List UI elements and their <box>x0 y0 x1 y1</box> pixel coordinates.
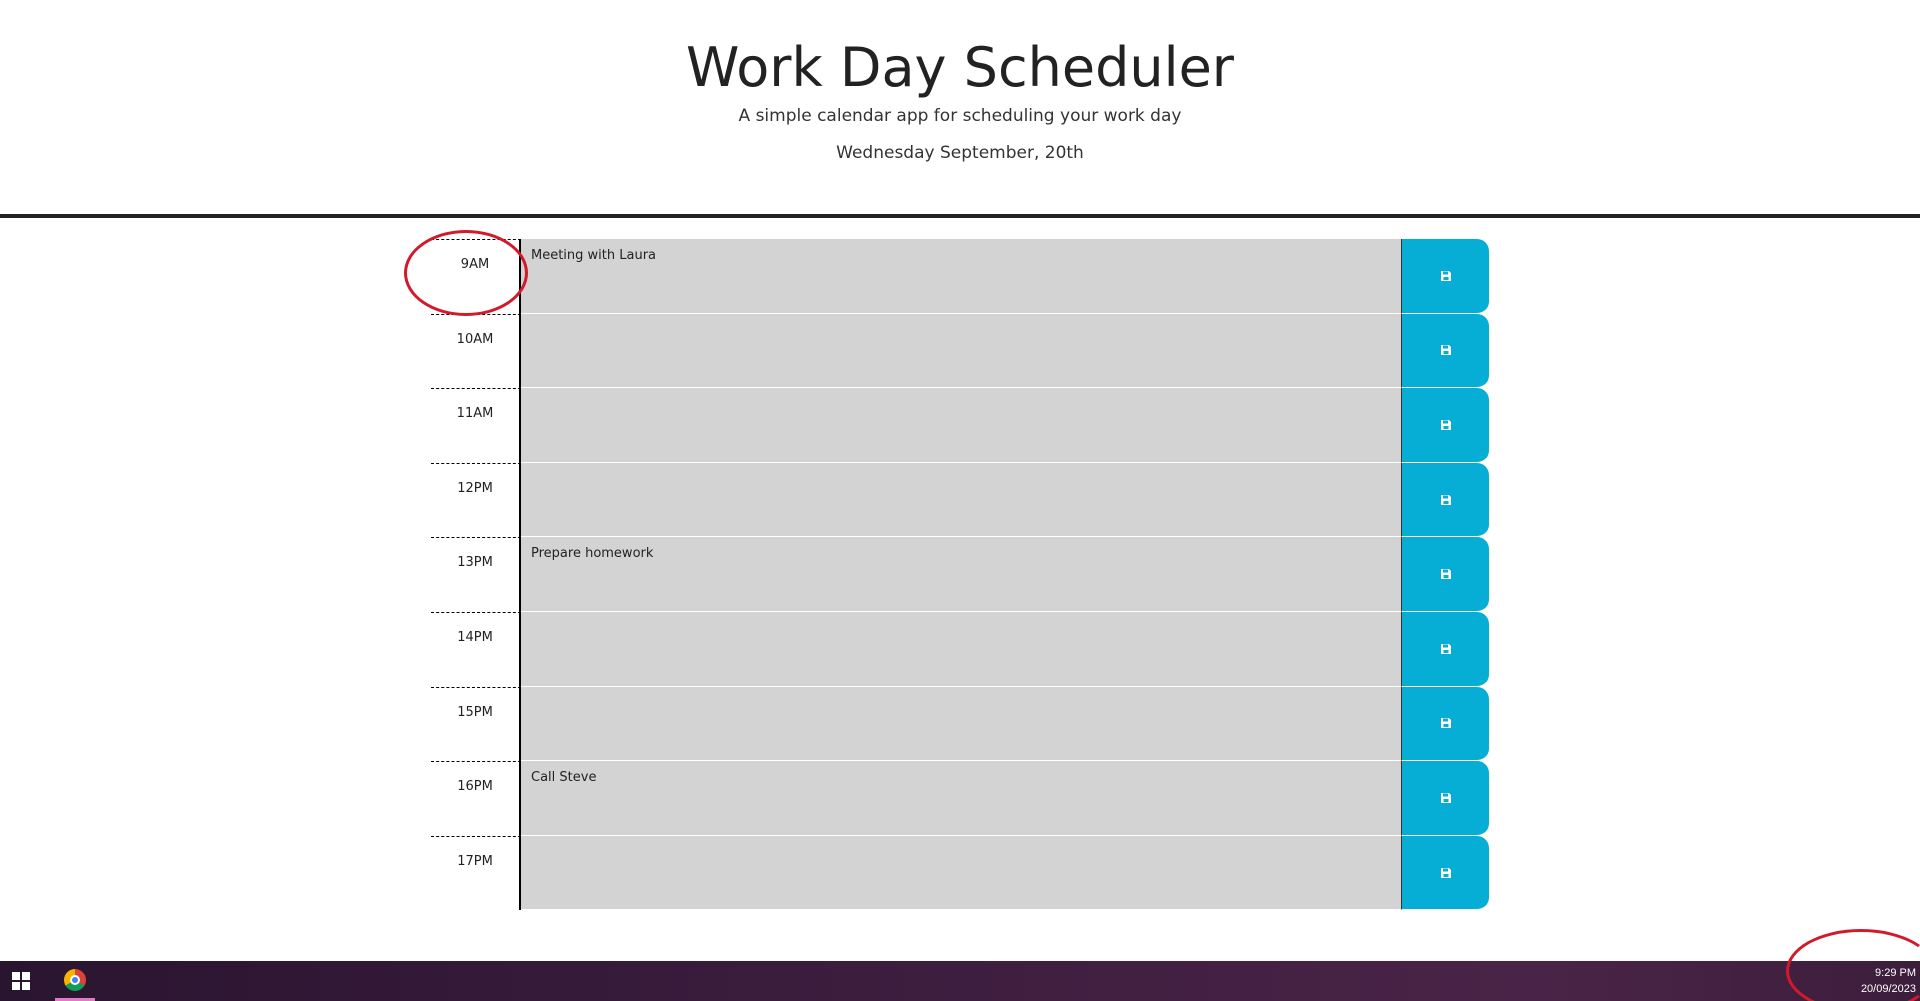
floppy-disk-icon <box>1440 419 1451 430</box>
hour-label: 12PM <box>431 462 521 538</box>
hour-label: 14PM <box>431 611 521 687</box>
event-description-input[interactable] <box>521 611 1401 687</box>
chrome-icon <box>64 968 86 991</box>
floppy-disk-icon <box>1440 718 1451 729</box>
floppy-disk-icon <box>1440 270 1451 281</box>
floppy-disk-icon <box>1440 494 1451 505</box>
time-block-row: 12PM <box>431 462 1489 538</box>
save-button[interactable] <box>1401 388 1489 463</box>
current-day: Wednesday September, 20th <box>836 143 1084 163</box>
floppy-disk-icon <box>1440 643 1451 654</box>
hour-label: 15PM <box>431 686 521 762</box>
time-block-row: 11AM <box>431 388 1489 463</box>
event-description-input[interactable]: Meeting with Laura <box>521 239 1401 314</box>
time-block-row: 16PM Call Steve <box>431 761 1489 836</box>
floppy-disk-icon <box>1440 867 1451 878</box>
event-description-input[interactable]: Prepare homework <box>521 537 1401 612</box>
save-button[interactable] <box>1401 686 1489 762</box>
header: Work Day Scheduler A simple calendar app… <box>0 0 1920 218</box>
save-button[interactable] <box>1401 313 1489 389</box>
windows-start-icon[interactable] <box>12 972 30 990</box>
hour-label: 16PM <box>431 761 521 836</box>
save-button[interactable] <box>1401 537 1489 612</box>
time-block-row: 15PM <box>431 686 1489 762</box>
hour-label: 13PM <box>431 537 521 612</box>
time-block-row: 17PM <box>431 835 1489 911</box>
time-block-row: 13PM Prepare homework <box>431 537 1489 612</box>
schedule-container: 9AM Meeting with Laura 10AM 11AM 12PM 13… <box>431 239 1489 911</box>
save-button[interactable] <box>1401 835 1489 911</box>
event-description-input[interactable] <box>521 835 1401 911</box>
time-block-row: 9AM Meeting with Laura <box>431 239 1489 314</box>
taskbar: 9:29 PM 20/09/2023 <box>0 961 1920 1001</box>
event-description-input[interactable] <box>521 462 1401 538</box>
page-title: Work Day Scheduler <box>685 36 1235 99</box>
floppy-disk-icon <box>1440 792 1451 803</box>
event-description-input[interactable] <box>521 388 1401 463</box>
save-button[interactable] <box>1401 761 1489 836</box>
event-description-input[interactable]: Call Steve <box>521 761 1401 836</box>
time-block-row: 14PM <box>431 611 1489 687</box>
taskbar-chrome-button[interactable] <box>55 961 95 1001</box>
save-button[interactable] <box>1401 462 1489 538</box>
time-block-row: 10AM <box>431 313 1489 389</box>
hour-label: 11AM <box>431 388 521 463</box>
annotation-circle <box>404 230 528 316</box>
floppy-disk-icon <box>1440 569 1451 580</box>
page-subtitle: A simple calendar app for scheduling you… <box>738 106 1182 126</box>
event-description-input[interactable] <box>521 313 1401 389</box>
hour-label: 17PM <box>431 835 521 911</box>
save-button[interactable] <box>1401 611 1489 687</box>
event-description-input[interactable] <box>521 686 1401 762</box>
floppy-disk-icon <box>1440 345 1451 356</box>
save-button[interactable] <box>1401 239 1489 314</box>
hour-label: 10AM <box>431 313 521 389</box>
annotation-circle <box>1786 929 1920 1001</box>
